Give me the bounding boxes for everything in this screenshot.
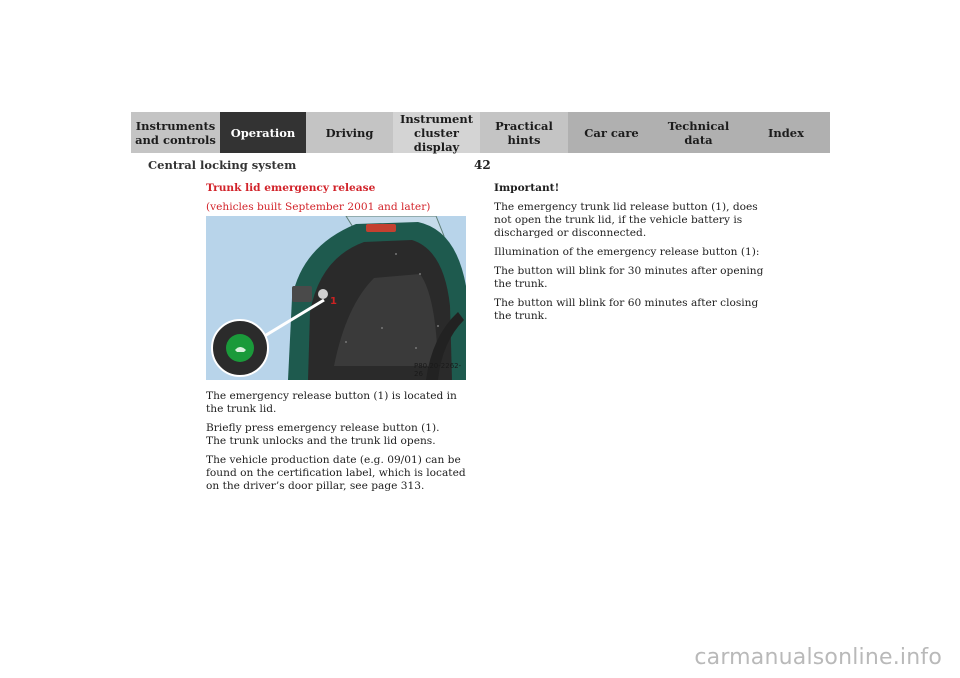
page-number: 42 bbox=[474, 158, 491, 172]
lock-housing bbox=[292, 286, 312, 302]
tab-label: Instruments and controls bbox=[135, 118, 216, 147]
brake-light bbox=[366, 224, 396, 232]
tab-instruments-and-controls[interactable]: Instruments and controls bbox=[131, 112, 220, 153]
callout-number: 1 bbox=[330, 296, 337, 307]
watermark: carmanualsonline.info bbox=[694, 645, 942, 670]
important-heading: Important! bbox=[494, 182, 560, 194]
tab-driving[interactable]: Driving bbox=[306, 112, 393, 153]
tab-label: Driving bbox=[325, 125, 374, 140]
tab-car-care[interactable]: Car care bbox=[568, 112, 655, 153]
tab-index[interactable]: Index bbox=[742, 112, 830, 153]
release-button-location bbox=[318, 289, 328, 299]
figure-code: P80.20-2262-26 bbox=[414, 362, 462, 378]
tab-operation[interactable]: Operation bbox=[220, 112, 306, 153]
tab-label: Instrument cluster display bbox=[399, 111, 474, 154]
section-title: Central locking system bbox=[148, 158, 297, 172]
paragraph: The button will blink for 30 minutes aft… bbox=[494, 265, 764, 290]
paragraph: The emergency release button (1) is loca… bbox=[206, 390, 457, 415]
tab-label: Practical hints bbox=[495, 118, 553, 147]
paragraph: Briefly press emergency release button (… bbox=[206, 422, 440, 447]
left-body: The emergency release button (1) is loca… bbox=[206, 390, 476, 499]
paragraph: The button will blink for 60 minutes aft… bbox=[494, 297, 759, 322]
paragraph: The vehicle production date (e.g. 09/01)… bbox=[206, 454, 466, 492]
tab-technical-data[interactable]: Technical data bbox=[655, 112, 742, 153]
trunk-lid-illustration: 1 P80.20-2262-26 bbox=[206, 216, 466, 380]
tab-label: Index bbox=[768, 125, 804, 140]
paragraph: The emergency trunk lid release button (… bbox=[494, 201, 758, 239]
tab-instrument-cluster-display[interactable]: Instrument cluster display bbox=[393, 111, 480, 154]
tab-label: Car care bbox=[584, 125, 639, 140]
section-subheading: (vehicles built September 2001 and later… bbox=[206, 201, 431, 213]
left-column: Trunk lid emergency release (vehicles bu… bbox=[206, 182, 476, 220]
tab-practical-hints[interactable]: Practical hints bbox=[480, 112, 568, 153]
tab-label: Technical data bbox=[667, 118, 730, 147]
chapter-navigation: Instruments and controls Operation Drivi… bbox=[131, 111, 830, 154]
section-heading: Trunk lid emergency release bbox=[206, 182, 376, 194]
right-column: Important! The emergency trunk lid relea… bbox=[494, 182, 764, 329]
tab-label: Operation bbox=[230, 125, 296, 140]
paragraph: Illumination of the emergency release bu… bbox=[494, 246, 760, 258]
